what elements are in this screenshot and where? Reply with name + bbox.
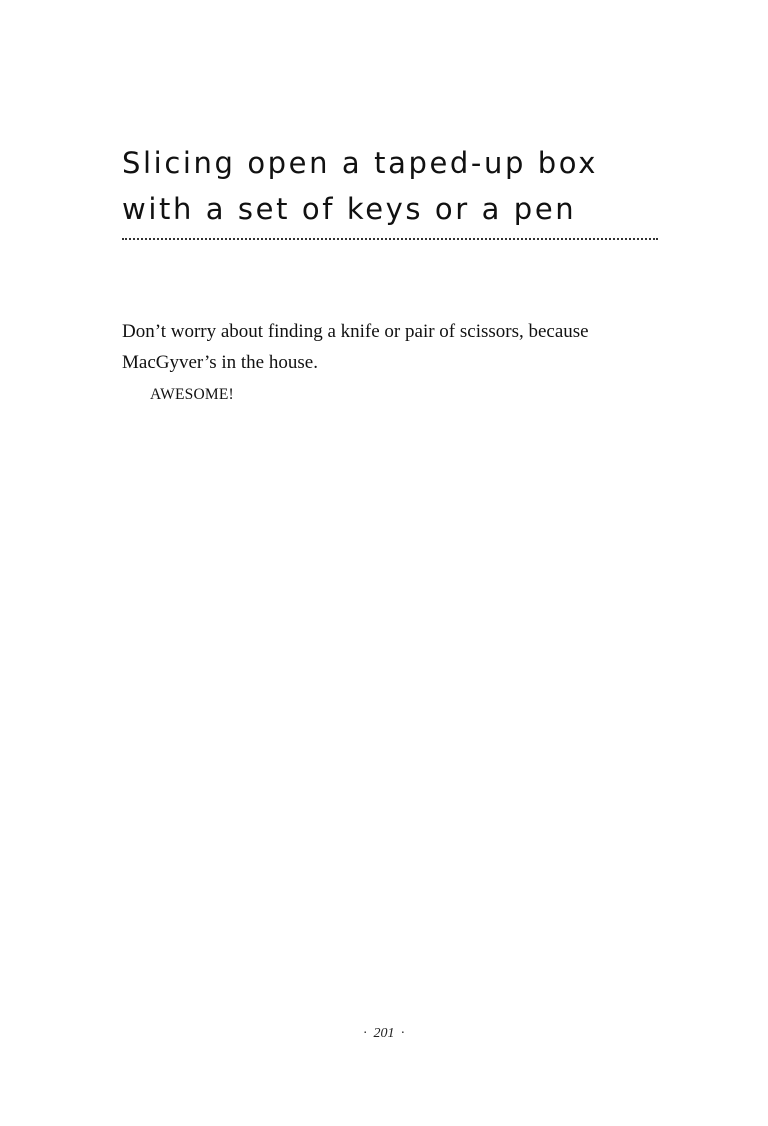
paragraph: Don’t worry about finding a knife or pai… (122, 316, 682, 378)
page-number: 201 (373, 1026, 395, 1041)
body-paragraph: Don’t worry about finding a knife or pai… (122, 316, 682, 410)
paragraph-line-2: MacGyver’s in the house. (122, 352, 318, 373)
chapter-title-line-1: Slicing open a taped-up box (122, 146, 599, 180)
chapter-title-line-2: with a set of keys or a pen (122, 192, 577, 226)
page-footer: · 201 · (0, 1026, 768, 1042)
bullet-left-icon: · (362, 1026, 368, 1041)
exclamation-text: AWESOME! (150, 386, 234, 403)
chapter-title: Slicing open a taped-up box with a set o… (122, 140, 682, 232)
bullet-right-icon: · (400, 1026, 406, 1041)
paragraph-line-1: Don’t worry about finding a knife or pai… (122, 321, 589, 342)
dotted-divider (122, 238, 658, 240)
